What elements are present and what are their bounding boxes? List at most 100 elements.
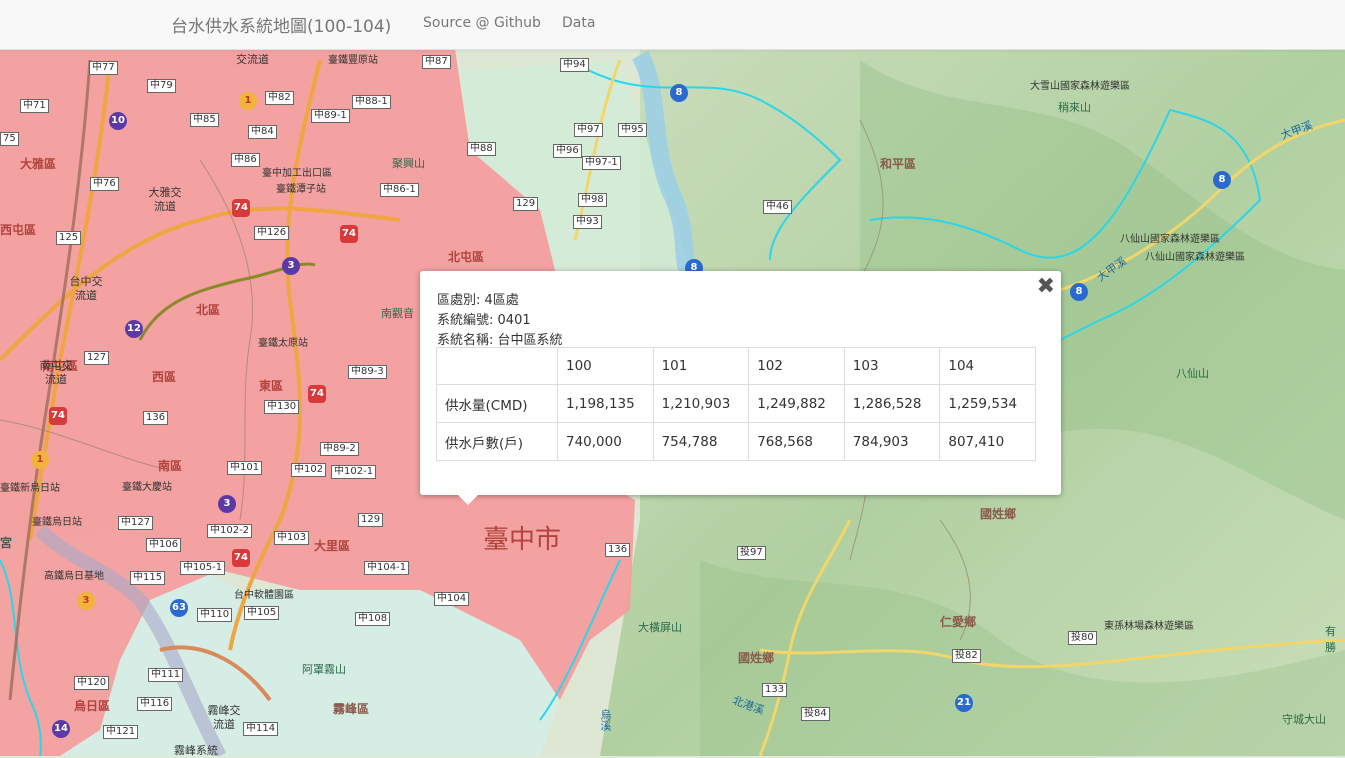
highway-badge: 74	[232, 199, 250, 217]
road-shield: 中104	[434, 592, 470, 606]
road-shield: 投82	[952, 649, 981, 663]
place-label: 八仙山國家森林遊樂區	[1120, 234, 1220, 245]
road-shield: 中79	[147, 79, 176, 93]
road-shield: 129	[513, 197, 539, 211]
year-header: 102	[748, 347, 845, 385]
table-corner-cell	[436, 347, 558, 385]
road-shield: 中46	[763, 200, 792, 214]
highway-badge: 1	[31, 451, 49, 469]
place-label: 聚興山	[392, 157, 425, 170]
district-label: 大雅區	[20, 157, 57, 171]
highway-badge: 3	[218, 495, 236, 513]
city-label: 臺中市	[483, 525, 561, 555]
road-shield: 中82	[265, 91, 294, 105]
table-cell: 1,198,135	[557, 384, 654, 423]
highway-badge: 1	[239, 92, 257, 110]
road-shield: 中89-3	[348, 365, 387, 379]
year-header: 100	[557, 347, 654, 385]
district-label: 北屯區	[448, 250, 485, 264]
district-label: 區處別:	[437, 293, 481, 308]
nav-link-source-github[interactable]: Source @ Github	[423, 15, 541, 31]
road-shield: 中76	[90, 177, 119, 191]
top-navbar: 台水供水系統地圖(100-104) Source @ Github Data	[0, 0, 1345, 50]
district-label: 國姓鄉	[980, 507, 1017, 521]
road-shield: 中93	[573, 215, 602, 229]
road-shield: 中102-1	[331, 465, 377, 479]
info-popup: ✖ 區處別: 4區處 系統編號: 0401 系統名稱: 台中區系統 100 10…	[420, 271, 1061, 505]
place-label: 臺鐵新烏日站	[0, 483, 60, 494]
place-label: 臺鐵潭子站	[276, 184, 326, 195]
road-shield: 133	[762, 683, 788, 697]
road-shield: 投80	[1068, 631, 1097, 645]
district-label: 國姓鄉	[738, 651, 775, 665]
road-shield: 中101	[227, 461, 263, 475]
highway-badge: 12	[125, 320, 143, 338]
table-cell: 1,259,534	[939, 384, 1036, 423]
system-no-label: 系統編號:	[437, 313, 494, 328]
road-shield: 中88	[467, 142, 496, 156]
road-shield: 中115	[130, 571, 166, 585]
road-shield: 中102-2	[207, 524, 253, 538]
road-shield: 中94	[560, 58, 589, 72]
row-label: 供水量(CMD)	[436, 384, 558, 423]
place-label: 守城大山	[1282, 713, 1326, 726]
table-cell: 784,903	[843, 422, 941, 461]
table-cell: 754,788	[652, 422, 750, 461]
place-label: 臺中加工出口區	[262, 168, 332, 179]
site-brand[interactable]: 台水供水系統地圖(100-104)	[171, 12, 391, 37]
road-shield: 中104-1	[364, 561, 410, 575]
road-shield: 127	[84, 351, 110, 365]
district-label: 宮	[0, 536, 13, 550]
district-label: 南區	[158, 459, 183, 473]
place-label: 有勝	[1325, 625, 1336, 654]
highway-badge: 74	[49, 407, 67, 425]
district-label: 西屯區	[0, 223, 37, 237]
year-header: 104	[939, 347, 1036, 385]
district-label: 大里區	[314, 539, 351, 553]
highway-badge: 8	[1213, 171, 1231, 189]
highway-badge: 3	[77, 592, 95, 610]
table-cell: 1,249,882	[748, 384, 845, 423]
place-label: 臺鐵大慶站	[122, 482, 172, 493]
road-shield: 中89-2	[320, 442, 359, 456]
road-shield: 125	[56, 231, 82, 245]
highway-badge: 3	[282, 257, 300, 275]
road-shield: 中127	[118, 516, 154, 530]
popup-tip	[458, 495, 478, 505]
highway-badge: 74	[340, 225, 358, 243]
nav-link-data[interactable]: Data	[562, 15, 595, 31]
road-shield: 中120	[74, 676, 110, 690]
road-shield: 中114	[243, 722, 279, 736]
place-label: 臺鐵豐原站	[328, 55, 378, 66]
road-shield: 中86	[231, 153, 260, 167]
table-cell: 1,286,528	[843, 384, 941, 423]
road-shield: 中86-1	[380, 183, 419, 197]
road-shield: 136	[605, 543, 631, 557]
place-label: 大雪山國家森林遊樂區	[1030, 81, 1130, 92]
road-shield: 中106	[146, 538, 182, 552]
road-shield: 中102	[291, 463, 327, 477]
district-label: 和平區	[880, 157, 917, 171]
highway-badge: 21	[955, 694, 973, 712]
table-row: 供水量(CMD) 1,198,135 1,210,903 1,249,882 1…	[436, 384, 1036, 423]
place-label: 台中軟體園區	[234, 590, 294, 601]
table-cell: 1,210,903	[652, 384, 750, 423]
close-icon[interactable]: ✖	[1037, 276, 1055, 298]
road-shield: 中98	[578, 193, 607, 207]
road-shield: 中110	[197, 608, 233, 622]
year-header: 101	[652, 347, 750, 385]
place-label: 東孫林場森林遊樂區	[1104, 621, 1194, 632]
road-shield: 中85	[190, 113, 219, 127]
highway-badge: 10	[109, 112, 127, 130]
road-shield: 投97	[737, 546, 766, 560]
road-shield: 中96	[553, 144, 582, 158]
district-label: 仁愛鄉	[940, 615, 977, 629]
road-shield: 中108	[355, 612, 391, 626]
road-shield: 中71	[20, 99, 49, 113]
road-shield: 中88-1	[352, 95, 391, 109]
popup-system-no-row: 系統編號: 0401	[437, 309, 531, 328]
road-shield: 中84	[248, 125, 277, 139]
road-shield: 中97	[574, 123, 603, 137]
highway-badge: 74	[308, 385, 326, 403]
road-shield: 中103	[274, 531, 310, 545]
